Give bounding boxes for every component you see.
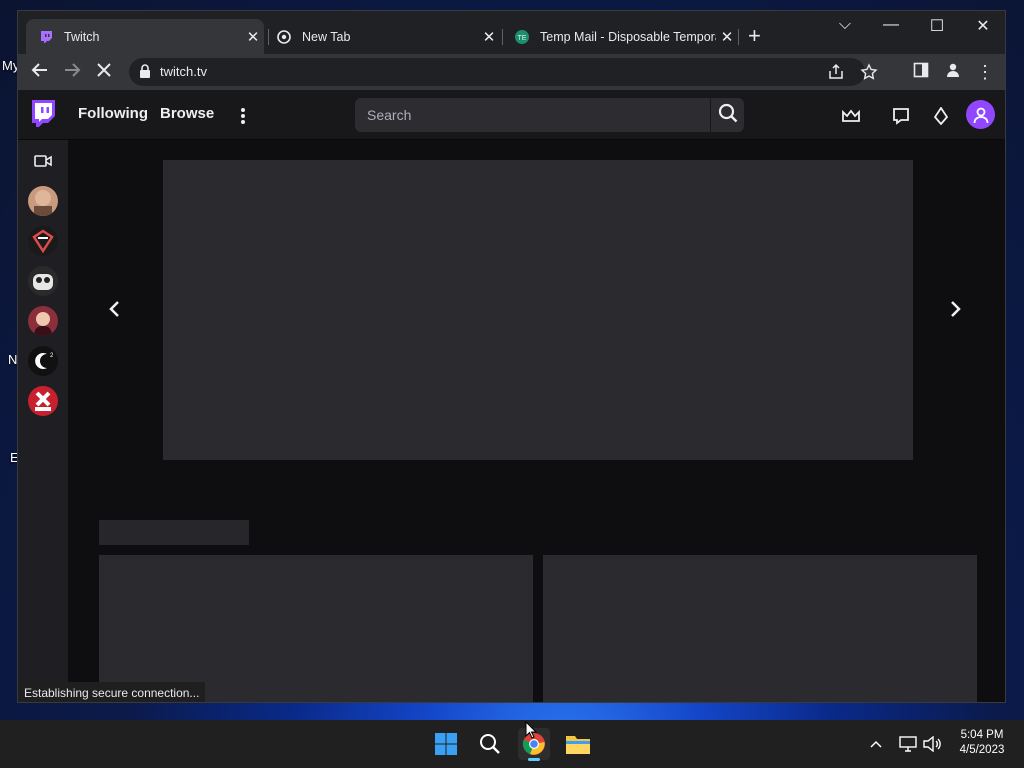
search-icon[interactable] xyxy=(474,728,506,760)
channel-avatar[interactable] xyxy=(28,186,58,216)
active-app-indicator xyxy=(528,758,540,761)
search-icon xyxy=(718,103,738,128)
stop-loading-icon[interactable] xyxy=(93,61,115,83)
tab-strip: Twitch ✕ New Tab ✕ TE Temp Mail - Dispos… xyxy=(18,11,1005,54)
status-bubble: Establishing secure connection... xyxy=(18,682,206,702)
close-tab-icon[interactable]: ✕ xyxy=(716,28,738,46)
address-bar[interactable]: twitch.tv xyxy=(129,58,878,86)
section-title-placeholder xyxy=(99,520,249,545)
chrome-favicon-icon xyxy=(276,29,292,45)
show-hidden-icons-chevron-icon[interactable] xyxy=(860,728,892,760)
share-icon[interactable] xyxy=(827,63,845,86)
nav-browse-link[interactable]: Browse xyxy=(160,105,214,122)
close-tab-icon[interactable]: ✕ xyxy=(242,28,264,46)
browser-window: Twitch ✕ New Tab ✕ TE Temp Mail - Dispos… xyxy=(17,10,1006,703)
windows-start-icon[interactable] xyxy=(430,728,462,760)
url-text: twitch.tv xyxy=(160,64,207,79)
bits-diamond-icon[interactable] xyxy=(930,105,952,127)
mouse-cursor-icon xyxy=(525,720,538,744)
channel-avatar[interactable] xyxy=(28,266,58,296)
stream-card-placeholder[interactable] xyxy=(543,555,977,702)
stream-card-placeholder[interactable] xyxy=(99,555,533,702)
profile-icon[interactable] xyxy=(942,61,964,83)
lock-icon[interactable] xyxy=(139,64,151,83)
twitch-top-nav: Following Browse Search xyxy=(18,90,1005,140)
side-panel-icon[interactable] xyxy=(910,61,932,83)
taskbar: 5:04 PM 4/5/2023 xyxy=(0,720,1024,768)
desktop-icon-label[interactable]: N xyxy=(8,352,17,367)
twitch-favicon-icon xyxy=(38,29,54,45)
carousel-next-chevron-icon[interactable] xyxy=(950,298,962,324)
search-input[interactable]: Search xyxy=(355,98,710,132)
volume-icon[interactable] xyxy=(916,728,948,760)
forward-arrow-icon[interactable] xyxy=(61,61,83,83)
home-main-content xyxy=(68,140,1005,702)
carousel-prev-chevron-icon[interactable] xyxy=(108,298,120,324)
tab-title: New Tab xyxy=(302,29,351,44)
browser-toolbar: twitch.tv ⋮ xyxy=(18,54,1005,90)
channel-avatar[interactable] xyxy=(28,386,58,416)
svg-text:2: 2 xyxy=(50,353,54,359)
close-tab-icon[interactable]: ✕ xyxy=(478,28,500,46)
maximize-icon[interactable]: ☐ xyxy=(922,16,952,36)
taskbar-clock[interactable]: 5:04 PM 4/5/2023 xyxy=(950,729,1014,756)
search-button[interactable] xyxy=(710,98,744,132)
whispers-icon[interactable] xyxy=(890,105,912,127)
bookmark-star-icon[interactable] xyxy=(860,63,878,86)
channel-avatar[interactable] xyxy=(28,306,58,336)
minimize-icon[interactable]: — xyxy=(876,16,906,34)
channel-avatar[interactable]: 2 xyxy=(28,346,58,376)
search-placeholder: Search xyxy=(367,107,412,123)
tab-title: Temp Mail - Disposable Tempora xyxy=(540,29,716,44)
video-camera-icon[interactable] xyxy=(34,154,52,173)
chrome-menu-kebab-icon[interactable]: ⋮ xyxy=(974,61,996,83)
tab-title: Twitch xyxy=(64,29,100,44)
nav-following-link[interactable]: Following xyxy=(78,105,148,122)
page-viewport: Following Browse Search 2 Establishing s… xyxy=(18,90,1005,702)
prime-crown-icon[interactable] xyxy=(840,105,862,127)
tab-divider xyxy=(738,29,739,45)
tab-search-chevron-icon[interactable]: ⌵ xyxy=(830,16,860,34)
followed-channels-sidebar: 2 xyxy=(18,140,68,702)
twitch-logo-icon[interactable] xyxy=(30,100,56,135)
svg-text:TE: TE xyxy=(518,35,527,42)
new-tab-plus-icon[interactable]: + xyxy=(748,25,761,47)
clock-time: 5:04 PM xyxy=(960,729,1004,741)
close-window-icon[interactable]: ✕ xyxy=(968,16,998,36)
tab-twitch[interactable]: Twitch ✕ xyxy=(26,19,264,54)
user-avatar-icon[interactable] xyxy=(966,100,995,129)
clock-date: 4/5/2023 xyxy=(959,744,1005,756)
temp-mail-favicon-icon: TE xyxy=(514,29,530,45)
tab-temp-mail[interactable]: TE Temp Mail - Disposable Tempora ✕ xyxy=(502,19,738,54)
back-arrow-icon[interactable] xyxy=(29,61,51,83)
tab-new-tab[interactable]: New Tab ✕ xyxy=(264,19,500,54)
file-explorer-icon[interactable] xyxy=(562,728,594,760)
channel-avatar[interactable] xyxy=(28,226,58,256)
more-vertical-icon[interactable] xyxy=(232,105,254,127)
featured-stream-carousel[interactable] xyxy=(163,160,913,460)
